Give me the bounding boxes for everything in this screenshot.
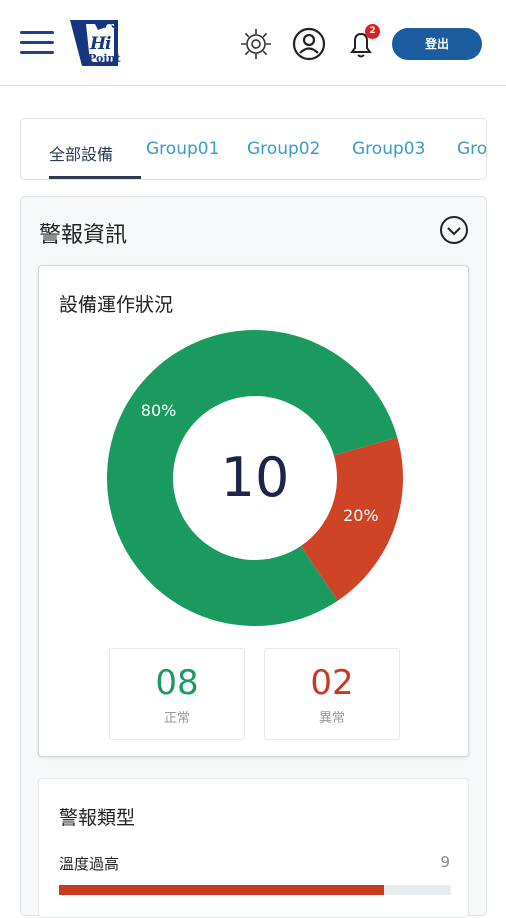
active-tab-indicator (49, 176, 141, 179)
gear-icon[interactable] (238, 26, 274, 62)
user-icon[interactable] (291, 26, 327, 62)
tab-group01[interactable]: Group01 (146, 139, 219, 159)
normal-label: 正常 (163, 711, 190, 726)
normal-count: 08 (155, 663, 199, 703)
bell-icon[interactable]: 2 (343, 24, 380, 62)
logo: Hi Point (68, 18, 122, 68)
alert-type-bar-track (59, 885, 451, 895)
alert-type-card: 警報類型 溫度過高 9 (38, 778, 469, 918)
logout-button[interactable]: 登出 (392, 28, 482, 60)
alert-type-title: 警報類型 (59, 807, 136, 829)
device-total: 10 (220, 446, 290, 509)
alert-info-title: 警報資訊 (39, 223, 128, 248)
notification-badge: 2 (365, 24, 380, 39)
menu-icon[interactable] (20, 31, 56, 55)
abnormal-label: 異常 (318, 711, 345, 726)
tab-group02[interactable]: Group02 (247, 139, 320, 159)
abnormal-count: 02 (310, 663, 354, 703)
device-status-card: 設備運作狀況 10 80% 20% 08 正常 02 異常 (38, 265, 469, 757)
tab-all-devices[interactable]: 全部設備 (49, 141, 113, 165)
normal-stat: 08 正常 (109, 648, 245, 740)
group-tabs: 全部設備 Group01 Group02 Group03 Group04 (20, 118, 487, 180)
tab-group03[interactable]: Group03 (352, 139, 425, 159)
device-status-title: 設備運作狀況 (59, 294, 174, 316)
abnormal-stat: 02 異常 (264, 648, 400, 740)
tab-group04[interactable]: Group04 (457, 139, 486, 159)
chevron-down-icon[interactable] (438, 214, 470, 246)
abnormal-pct-label: 20% (343, 506, 379, 526)
alert-type-count: 9 (440, 853, 450, 871)
alert-type-label: 溫度過高 (59, 855, 120, 873)
top-bar: Hi Point 2 登出 (0, 0, 506, 86)
alert-type-bar-fill (59, 885, 385, 895)
normal-pct-label: 80% (140, 401, 177, 421)
